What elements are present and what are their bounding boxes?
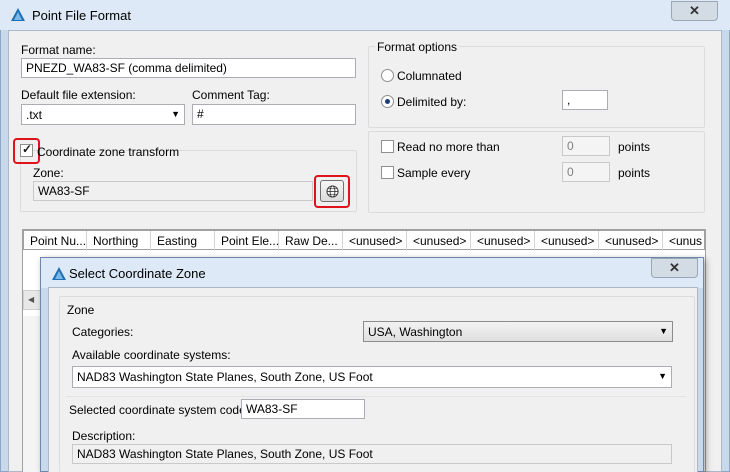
selected-code-input[interactable]: WA83-SF (241, 399, 365, 419)
categories-value: USA, Washington (368, 325, 463, 339)
read-no-more-checkbox[interactable] (381, 140, 394, 153)
app-icon (52, 267, 66, 280)
dialog-close-button[interactable]: ✕ (651, 258, 698, 278)
column-header[interactable]: <unused> (471, 231, 535, 251)
column-header[interactable]: Northing (87, 231, 151, 251)
column-header[interactable]: Point Nu... (24, 231, 87, 251)
column-header[interactable]: <unused> (599, 231, 663, 251)
zone-input[interactable]: WA83-SF (33, 181, 313, 201)
zone-group-legend: Zone (67, 303, 95, 317)
sample-every-checkbox[interactable] (381, 166, 394, 179)
read-no-more-unit: points (618, 140, 651, 154)
delimiter-input[interactable]: , (562, 90, 608, 110)
comment-tag-label: Comment Tag: (192, 88, 270, 102)
coordinate-zone-transform-checkbox[interactable] (20, 142, 33, 157)
delimited-by-radio[interactable] (381, 95, 394, 108)
default-extension-value: .txt (26, 108, 43, 122)
dialog-title: Select Coordinate Zone (69, 266, 206, 281)
format-name-input[interactable]: PNEZD_WA83-SF (comma delimited) (21, 58, 356, 78)
read-no-more-label: Read no more than (397, 140, 500, 154)
column-header[interactable]: <unused> (343, 231, 407, 251)
available-systems-label: Available coordinate systems: (72, 348, 231, 362)
zone-label: Zone: (33, 166, 64, 180)
sample-every-unit: points (618, 166, 651, 180)
column-header[interactable]: Easting (151, 231, 215, 251)
selected-code-label: Selected coordinate system code: (69, 403, 250, 417)
chevron-down-icon: ▼ (659, 326, 668, 336)
select-zone-button[interactable] (320, 180, 344, 202)
description-field: NAD83 Washington State Planes, South Zon… (72, 444, 672, 464)
comment-tag-input[interactable]: # (192, 104, 356, 125)
column-header[interactable]: <unused> (535, 231, 599, 251)
format-name-label: Format name: (21, 43, 96, 57)
window-title: Point File Format (32, 8, 131, 23)
available-systems-value: NAD83 Washington State Planes, South Zon… (77, 370, 373, 384)
app-icon (11, 8, 25, 21)
close-button[interactable]: ✕ (671, 1, 718, 21)
categories-select[interactable]: USA, Washington ▼ (363, 321, 673, 342)
grid-scroll-left-button[interactable]: ◀ (23, 290, 41, 310)
section-divider (66, 396, 686, 397)
sample-every-input[interactable]: 0 (562, 162, 610, 182)
chevron-down-icon: ▼ (171, 109, 180, 119)
columnated-radio[interactable] (381, 69, 394, 82)
column-header[interactable]: Raw De... (279, 231, 343, 251)
default-extension-select[interactable]: .txt ▼ (21, 104, 185, 125)
read-no-more-input[interactable]: 0 (562, 136, 610, 156)
coordinate-zone-transform-label: Coordinate zone transform (37, 145, 180, 159)
column-header[interactable]: Point Ele... (215, 231, 279, 251)
available-systems-select[interactable]: NAD83 Washington State Planes, South Zon… (72, 366, 672, 388)
format-options-group (368, 46, 705, 128)
sample-every-label: Sample every (397, 166, 471, 180)
title-bar[interactable]: Point File Format ✕ (0, 0, 730, 30)
grid-header-row: Point Nu... Northing Easting Point Ele..… (23, 230, 706, 251)
globe-icon (326, 185, 339, 198)
grid-left-panel (23, 316, 41, 472)
columnated-label: Columnated (397, 69, 462, 83)
column-header[interactable]: <unused> (407, 231, 471, 251)
delimited-by-label: Delimited by: (397, 95, 467, 109)
categories-label: Categories: (72, 325, 134, 339)
description-label: Description: (72, 429, 136, 443)
column-header[interactable]: <unus (663, 231, 706, 251)
default-extension-label: Default file extension: (21, 88, 136, 102)
chevron-down-icon: ▼ (658, 371, 667, 381)
format-options-legend: Format options (375, 40, 460, 54)
chevron-left-icon: ◀ (28, 295, 35, 304)
